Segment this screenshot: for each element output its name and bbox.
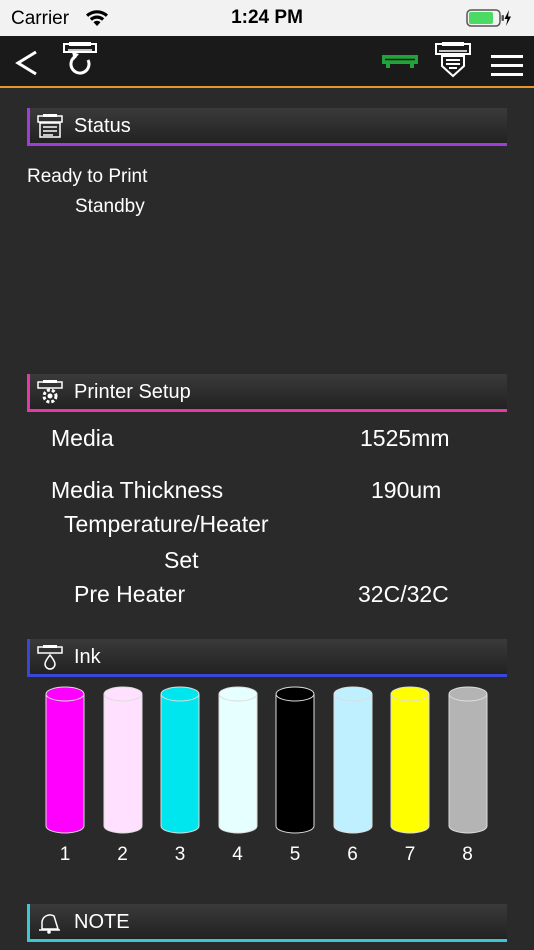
pre-heater-label: Pre Heater <box>74 581 186 607</box>
ink-level-fill <box>46 694 84 833</box>
temperature-set-label: Set <box>164 547 199 573</box>
ink-cartridge-number: 6 <box>347 844 358 865</box>
ink-cartridge-top <box>218 686 257 702</box>
ink-cartridge-top <box>160 686 200 702</box>
hamburger-menu-icon[interactable] <box>490 52 524 80</box>
battery-icon <box>466 9 511 27</box>
temperature-heater-label: Temperature/Heater <box>64 511 269 537</box>
status-ready-text: Ready to Print <box>27 166 148 187</box>
pre-heater-value: 32C/32C <box>358 581 449 607</box>
bell-note-icon <box>39 914 60 934</box>
ink-cartridge-4 <box>218 686 257 834</box>
ink-cartridge-top <box>275 686 315 702</box>
ink-cartridge-number: 1 <box>59 844 71 865</box>
ink-level-fill <box>276 694 314 833</box>
chevron-left-icon[interactable] <box>12 48 42 78</box>
ink-cartridge-7 <box>390 686 430 834</box>
ink-level-fill <box>391 694 429 833</box>
ios-status-bar: Carrier 1:24 PM <box>0 0 534 36</box>
printer-status-icon[interactable] <box>380 50 420 70</box>
status-standby-text: Standby <box>75 196 145 217</box>
ink-level-fill <box>448 694 487 833</box>
printer-ink-drop-icon <box>37 645 63 670</box>
printer-reload-icon[interactable] <box>60 40 100 80</box>
ink-cartridge-number: 3 <box>174 844 186 865</box>
ink-cartridge-2 <box>103 686 142 834</box>
ink-cartridge-top <box>103 686 142 702</box>
ink-cartridge-number: 5 <box>289 844 301 865</box>
printer-setup-section-header: Printer Setup <box>27 374 507 412</box>
ink-cartridge-top <box>333 686 372 702</box>
ink-cartridge-3 <box>160 686 200 834</box>
printer-status-icon <box>37 114 63 138</box>
printer-gear-icon <box>37 380 63 404</box>
status-section-title: Status <box>74 115 131 137</box>
ink-section-header: Ink <box>27 639 507 677</box>
ink-level-fill <box>333 694 372 833</box>
media-label: Media <box>51 425 114 451</box>
clock-time: 1:24 PM <box>231 7 303 28</box>
ink-section-title: Ink <box>74 646 101 668</box>
printer-setup-section-title: Printer Setup <box>74 381 191 403</box>
ink-level-fill <box>161 694 199 833</box>
media-thickness-label: Media Thickness <box>51 477 224 503</box>
ink-cartridge-5 <box>275 686 315 834</box>
media-value: 1525mm <box>360 425 450 451</box>
navigation-bar <box>0 36 534 88</box>
note-section-header: NOTE <box>27 904 507 942</box>
ink-cartridge-top <box>448 686 487 702</box>
ink-cartridge-top <box>390 686 430 702</box>
ink-level-fill <box>103 694 142 833</box>
status-section-header: Status <box>27 108 507 146</box>
ink-cartridge-1 <box>45 686 85 834</box>
media-thickness-value: 190um <box>371 477 442 503</box>
printer-download-icon[interactable] <box>432 40 474 80</box>
ink-cartridge-number: 7 <box>404 844 416 865</box>
ink-cartridge-number: 4 <box>232 844 243 865</box>
note-section-title: NOTE <box>74 911 130 933</box>
ink-cartridge-number: 8 <box>462 844 473 865</box>
ink-cartridge-top <box>45 686 85 702</box>
ink-cartridge-number: 2 <box>117 844 128 865</box>
ink-cartridge-8 <box>448 686 487 834</box>
ink-level-fill <box>218 694 257 833</box>
ink-cartridge-6 <box>333 686 372 834</box>
